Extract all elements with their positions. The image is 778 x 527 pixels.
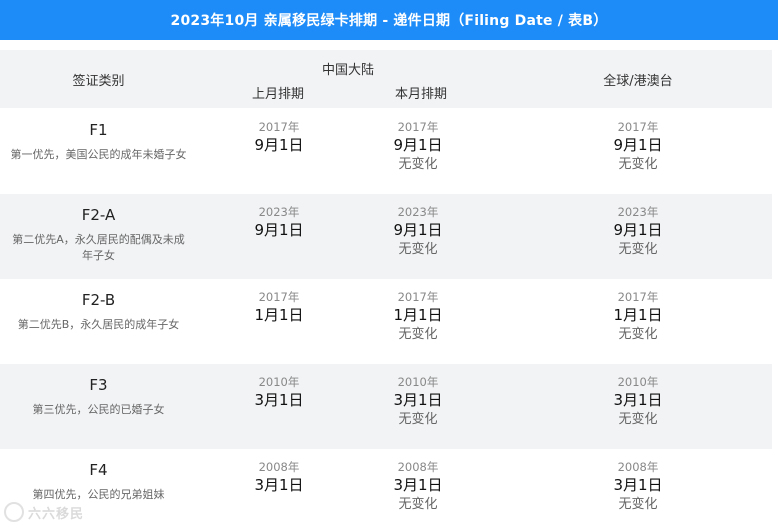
date-year: 2023年: [397, 205, 439, 219]
visa-bulletin-page: 2023年10月 亲属移民绿卡排期 - 递件日期（Filing Date / 表…: [0, 0, 778, 527]
date-day: 3月1日: [613, 476, 663, 494]
change-status: 无变化: [398, 327, 438, 342]
header-last-month: 上月排期: [251, 87, 304, 102]
change-status: 无变化: [618, 242, 658, 257]
date-year: 2017年: [617, 120, 659, 134]
category-code: F2-B: [81, 291, 116, 309]
category-description: 第一优先，美国公民的成年未婚子女: [10, 148, 187, 161]
header-mainland: 中国大陆: [321, 63, 374, 78]
last-month-date: 2017年 9月1日: [219, 119, 339, 155]
date-year: 2010年: [258, 375, 300, 389]
date-day: 9月1日: [254, 136, 304, 154]
category-cell: F2-B 第二优先B，永久居民的成年子女: [0, 279, 197, 364]
change-status: 无变化: [618, 412, 658, 427]
date-year: 2023年: [617, 205, 659, 219]
change-status: 无变化: [398, 412, 438, 427]
change-status: 无变化: [618, 327, 658, 342]
date-day: 9月1日: [613, 136, 663, 154]
last-month-date: 2023年 9月1日: [219, 204, 339, 240]
category-code: F3: [89, 376, 108, 394]
watermark: 六六移民: [4, 500, 114, 524]
category-code: F2-A: [81, 206, 116, 224]
change-status: 无变化: [618, 157, 658, 172]
category-description: 第二优先B，永久居民的成年子女: [17, 318, 180, 331]
header-this-month: 本月排期: [394, 87, 447, 102]
header-category: 签证类别: [72, 74, 125, 89]
table-row: F3 第三优先，公民的已婚子女 2010年 3月1日 2010年 3月1日 无变…: [0, 364, 772, 449]
date-year: 2023年: [258, 205, 300, 219]
date-day: 1月1日: [254, 306, 304, 324]
table-row: F2-A 第二优先A，永久居民的配偶及未成年子女 2023年 9月1日 2023…: [0, 194, 772, 279]
date-year: 2017年: [258, 120, 300, 134]
global-date: 2023年 9月1日 无变化: [578, 204, 698, 260]
category-cell: F3 第三优先，公民的已婚子女: [0, 364, 197, 449]
date-day: 9月1日: [393, 136, 443, 154]
date-day: 9月1日: [613, 221, 663, 239]
category-code: F4: [89, 461, 108, 479]
this-month-date: 2010年 3月1日 无变化: [358, 374, 478, 430]
last-month-date: 2008年 3月1日: [219, 459, 339, 495]
date-year: 2008年: [397, 460, 439, 474]
category-description: 第三优先，公民的已婚子女: [32, 403, 165, 416]
date-day: 3月1日: [254, 476, 304, 494]
change-status: 无变化: [398, 157, 438, 172]
global-date: 2008年 3月1日 无变化: [578, 459, 698, 515]
this-month-date: 2017年 9月1日 无变化: [358, 119, 478, 175]
date-year: 2010年: [397, 375, 439, 389]
table-row: F2-B 第二优先B，永久居民的成年子女 2017年 1月1日 2017年 1月…: [0, 279, 772, 364]
table-header: 签证类别 中国大陆 上月排期 本月排期 全球/港澳台: [0, 50, 772, 108]
this-month-date: 2008年 3月1日 无变化: [358, 459, 478, 515]
date-year: 2008年: [617, 460, 659, 474]
date-year: 2017年: [258, 290, 300, 304]
category-description: 第二优先A，永久居民的配偶及未成年子女: [12, 233, 185, 262]
header-global: 全球/港澳台: [603, 74, 673, 89]
global-date: 2010年 3月1日 无变化: [578, 374, 698, 430]
date-year: 2008年: [258, 460, 300, 474]
date-day: 1月1日: [613, 306, 663, 324]
table-row: F4 第四优先，公民的兄弟姐妹 2008年 3月1日 2008年 3月1日 无变…: [0, 449, 772, 527]
date-day: 3月1日: [393, 476, 443, 494]
change-status: 无变化: [618, 497, 658, 512]
watermark-logo-icon: [4, 502, 24, 522]
date-day: 3月1日: [613, 391, 663, 409]
table-row: F1 第一优先，美国公民的成年未婚子女 2017年 9月1日 2017年 9月1…: [0, 109, 772, 194]
this-month-date: 2017年 1月1日 无变化: [358, 289, 478, 345]
last-month-date: 2017年 1月1日: [219, 289, 339, 325]
change-status: 无变化: [398, 497, 438, 512]
date-year: 2010年: [617, 375, 659, 389]
category-cell: F2-A 第二优先A，永久居民的配偶及未成年子女: [0, 194, 197, 279]
date-day: 1月1日: [393, 306, 443, 324]
global-date: 2017年 1月1日 无变化: [578, 289, 698, 345]
date-day: 9月1日: [254, 221, 304, 239]
date-day: 9月1日: [393, 221, 443, 239]
change-status: 无变化: [398, 242, 438, 257]
last-month-date: 2010年 3月1日: [219, 374, 339, 410]
category-code: F1: [89, 121, 108, 139]
category-cell: F1 第一优先，美国公民的成年未婚子女: [0, 109, 197, 194]
date-year: 2017年: [397, 290, 439, 304]
watermark-text: 六六移民: [28, 506, 85, 522]
global-date: 2017年 9月1日 无变化: [578, 119, 698, 175]
date-year: 2017年: [617, 290, 659, 304]
table-title: 2023年10月 亲属移民绿卡排期 - 递件日期（Filing Date / 表…: [0, 0, 778, 40]
table-body: F1 第一优先，美国公民的成年未婚子女 2017年 9月1日 2017年 9月1…: [0, 109, 772, 527]
date-day: 3月1日: [254, 391, 304, 409]
this-month-date: 2023年 9月1日 无变化: [358, 204, 478, 260]
date-day: 3月1日: [393, 391, 443, 409]
date-year: 2017年: [397, 120, 439, 134]
